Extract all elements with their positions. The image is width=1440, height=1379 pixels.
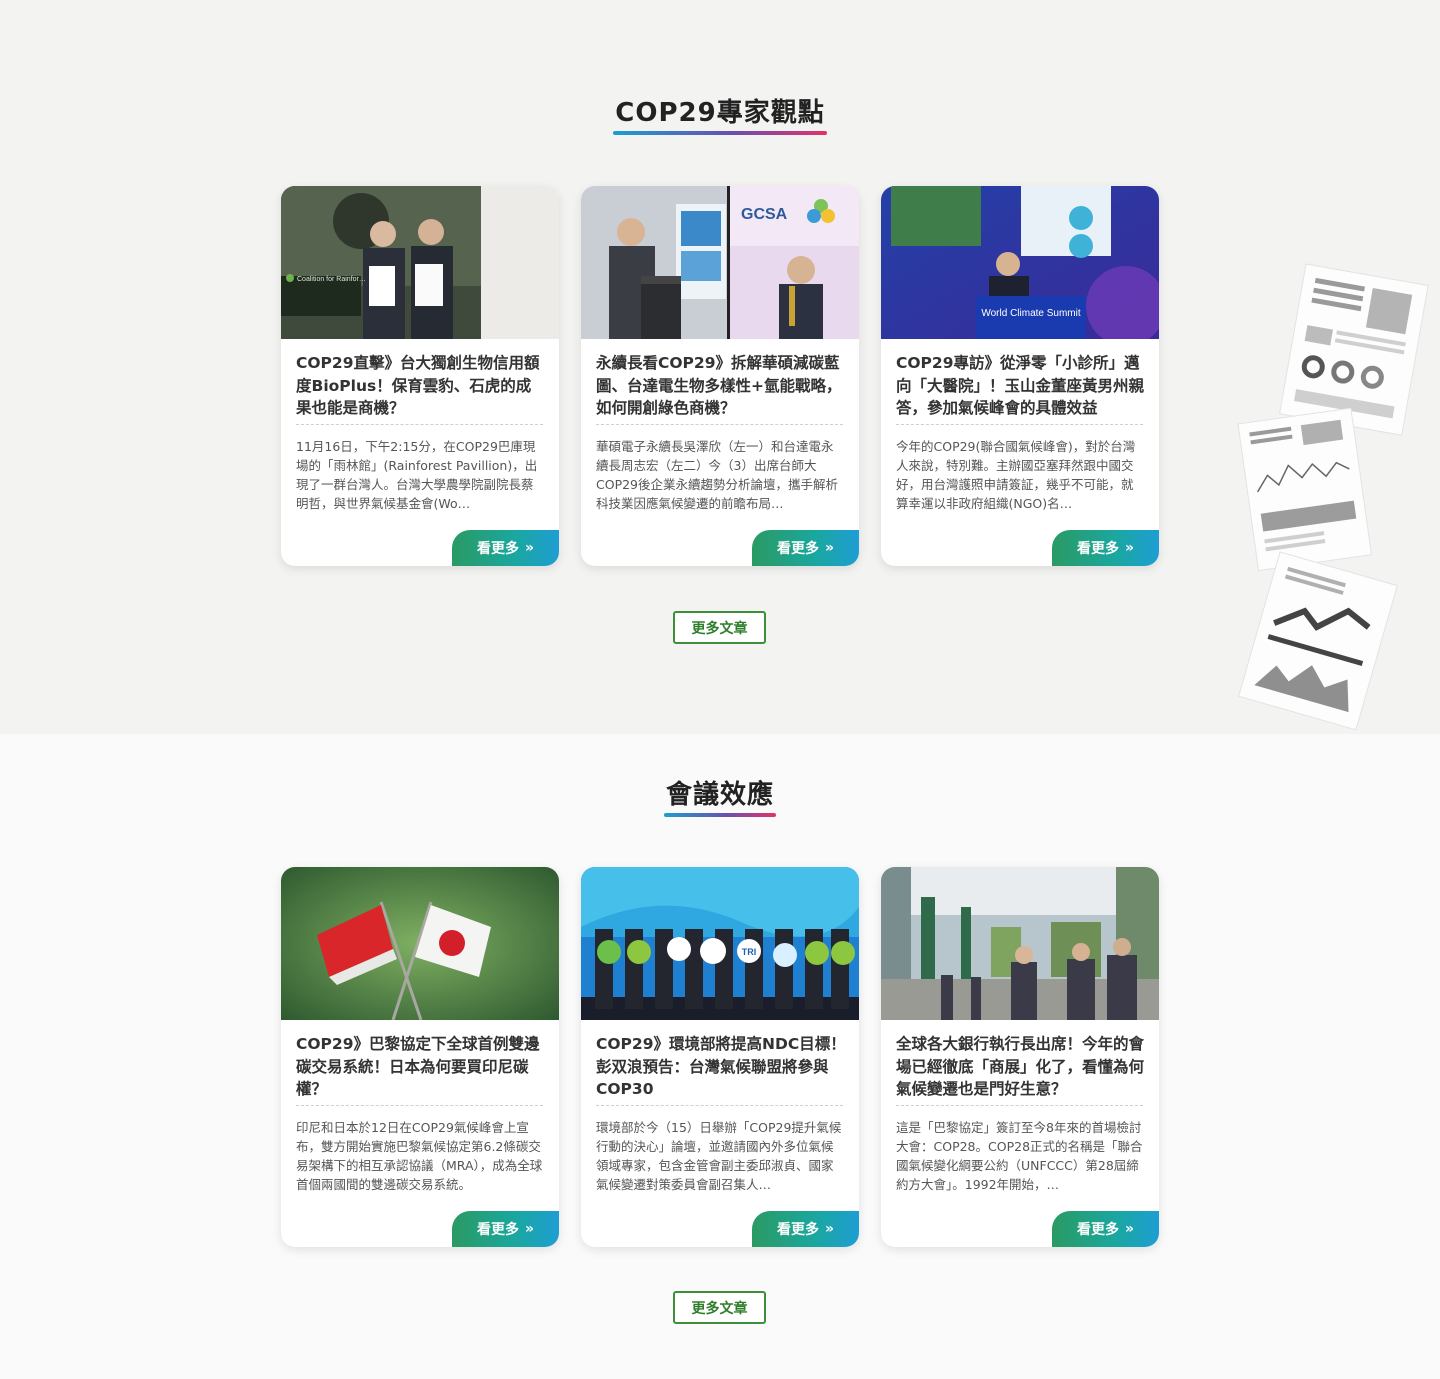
- article-card[interactable]: TRI COP29》環境部將提高NDC目標！彭双浪預告：台灣氣候聯盟將參與COP…: [581, 867, 859, 1247]
- card-row-expert-views: Coalition for Rainfor… COP29直擊》台大獨創生物信用額…: [281, 186, 1159, 566]
- article-title[interactable]: COP29直擊》台大獨創生物信用額度BioPlus！保育雲豹、石虎的成果也能是商…: [296, 352, 546, 422]
- image-caption: GCSA: [741, 206, 788, 223]
- read-more-label: 看更多: [1076, 1222, 1119, 1238]
- article-title[interactable]: 永續長看COP29》拆解華碩減碳藍圖、台達電生物多樣性+氫能戰略，如何開創綠色商…: [596, 352, 846, 422]
- article-card[interactable]: World Climate Summit COP29專訪》從淨零「小診所」邁向「…: [881, 186, 1159, 566]
- article-image[interactable]: TRI: [581, 867, 859, 1020]
- read-more-button[interactable]: 看更多 »: [452, 1211, 559, 1247]
- article-excerpt: 環境部於今（15）日舉辦「COP29提升氣候行動的決心」論壇，並邀請國內外多位氣…: [596, 1120, 842, 1192]
- more-articles-button[interactable]: 更多文章: [673, 1291, 766, 1324]
- article-excerpt: 這是「巴黎協定」簽訂至今8年來的首場檢討大會：COP28。COP28正式的名稱是…: [896, 1120, 1143, 1192]
- read-more-label: 看更多: [476, 541, 519, 557]
- article-title[interactable]: 全球各大銀行執行長出席！今年的會場已經徹底「商展」化了，看懂為何氣候變遷也是門好…: [896, 1033, 1146, 1103]
- double-chevron-right-icon: »: [524, 1221, 535, 1237]
- read-more-label: 看更多: [776, 1222, 819, 1238]
- read-more-button[interactable]: 看更多 »: [1052, 1211, 1159, 1247]
- article-image[interactable]: [281, 867, 559, 1020]
- double-chevron-right-icon: »: [824, 540, 835, 556]
- double-chevron-right-icon: »: [824, 1221, 835, 1237]
- article-card[interactable]: COP29》巴黎協定下全球首例雙邊碳交易系統！日本為何要買印尼碳權？ 印尼和日本…: [281, 867, 559, 1247]
- read-more-label: 看更多: [776, 541, 819, 557]
- divider: [596, 424, 843, 425]
- divider: [896, 1105, 1143, 1106]
- article-card[interactable]: 全球各大銀行執行長出席！今年的會場已經徹底「商展」化了，看懂為何氣候變遷也是門好…: [881, 867, 1159, 1247]
- divider: [296, 1105, 543, 1106]
- article-image[interactable]: Coalition for Rainfor…: [281, 186, 559, 339]
- article-title[interactable]: COP29》環境部將提高NDC目標！彭双浪預告：台灣氣候聯盟將參與COP30: [596, 1033, 846, 1103]
- article-card[interactable]: GCSA 永續長看COP29》拆解華碩減碳藍圖、台達電生物多樣性+氫能戰略，如何…: [581, 186, 859, 566]
- read-more-button[interactable]: 看更多 »: [752, 1211, 859, 1247]
- divider: [296, 424, 543, 425]
- image-caption: World Climate Summit: [981, 308, 1080, 319]
- article-image[interactable]: [881, 867, 1159, 1020]
- article-title[interactable]: COP29專訪》從淨零「小診所」邁向「大醫院」！玉山金董座黃男州親答，參加氣候峰…: [896, 352, 1146, 422]
- article-excerpt: 今年的COP29(聯合國氣候峰會)，對於台灣人來說，特別難。主辦國亞塞拜然跟中國…: [896, 439, 1136, 511]
- section-title-expert-views: COP29專家觀點: [0, 92, 1440, 135]
- divider: [596, 1105, 843, 1106]
- image-caption: TRI: [742, 947, 757, 957]
- article-image[interactable]: World Climate Summit: [881, 186, 1159, 339]
- more-articles-button[interactable]: 更多文章: [673, 611, 766, 644]
- read-more-label: 看更多: [1076, 541, 1119, 557]
- double-chevron-right-icon: »: [1124, 540, 1135, 556]
- double-chevron-right-icon: »: [1124, 1221, 1135, 1237]
- double-chevron-right-icon: »: [524, 540, 535, 556]
- read-more-button[interactable]: 看更多 »: [752, 530, 859, 566]
- section-title-conference-effects: 會議效應: [0, 774, 1440, 817]
- card-row-conference-effects: COP29》巴黎協定下全球首例雙邊碳交易系統！日本為何要買印尼碳權？ 印尼和日本…: [281, 867, 1159, 1247]
- read-more-label: 看更多: [476, 1222, 519, 1238]
- article-excerpt: 華碩電子永續長吳澤欣（左一）和台達電永續長周志宏（左二）今（3）出席台師大COP…: [596, 439, 839, 511]
- section-title-text: 會議效應: [663, 774, 777, 817]
- read-more-button[interactable]: 看更多 »: [1052, 530, 1159, 566]
- article-excerpt: 11月16日，下午2:15分，在COP29巴庫現場的「雨林館」(Rainfore…: [296, 439, 538, 511]
- read-more-button[interactable]: 看更多 »: [452, 530, 559, 566]
- article-excerpt: 印尼和日本於12日在COP29氣候峰會上宣布，雙方開始實施巴黎氣候協定第6.2條…: [296, 1120, 543, 1192]
- article-image[interactable]: GCSA: [581, 186, 859, 339]
- section-title-text: COP29專家觀點: [613, 92, 828, 135]
- divider: [896, 424, 1143, 425]
- article-title[interactable]: COP29》巴黎協定下全球首例雙邊碳交易系統！日本為何要買印尼碳權？: [296, 1033, 546, 1103]
- image-caption: Coalition for Rainfor…: [297, 276, 366, 283]
- documents-illustration: [1236, 256, 1440, 732]
- article-card[interactable]: Coalition for Rainfor… COP29直擊》台大獨創生物信用額…: [281, 186, 559, 566]
